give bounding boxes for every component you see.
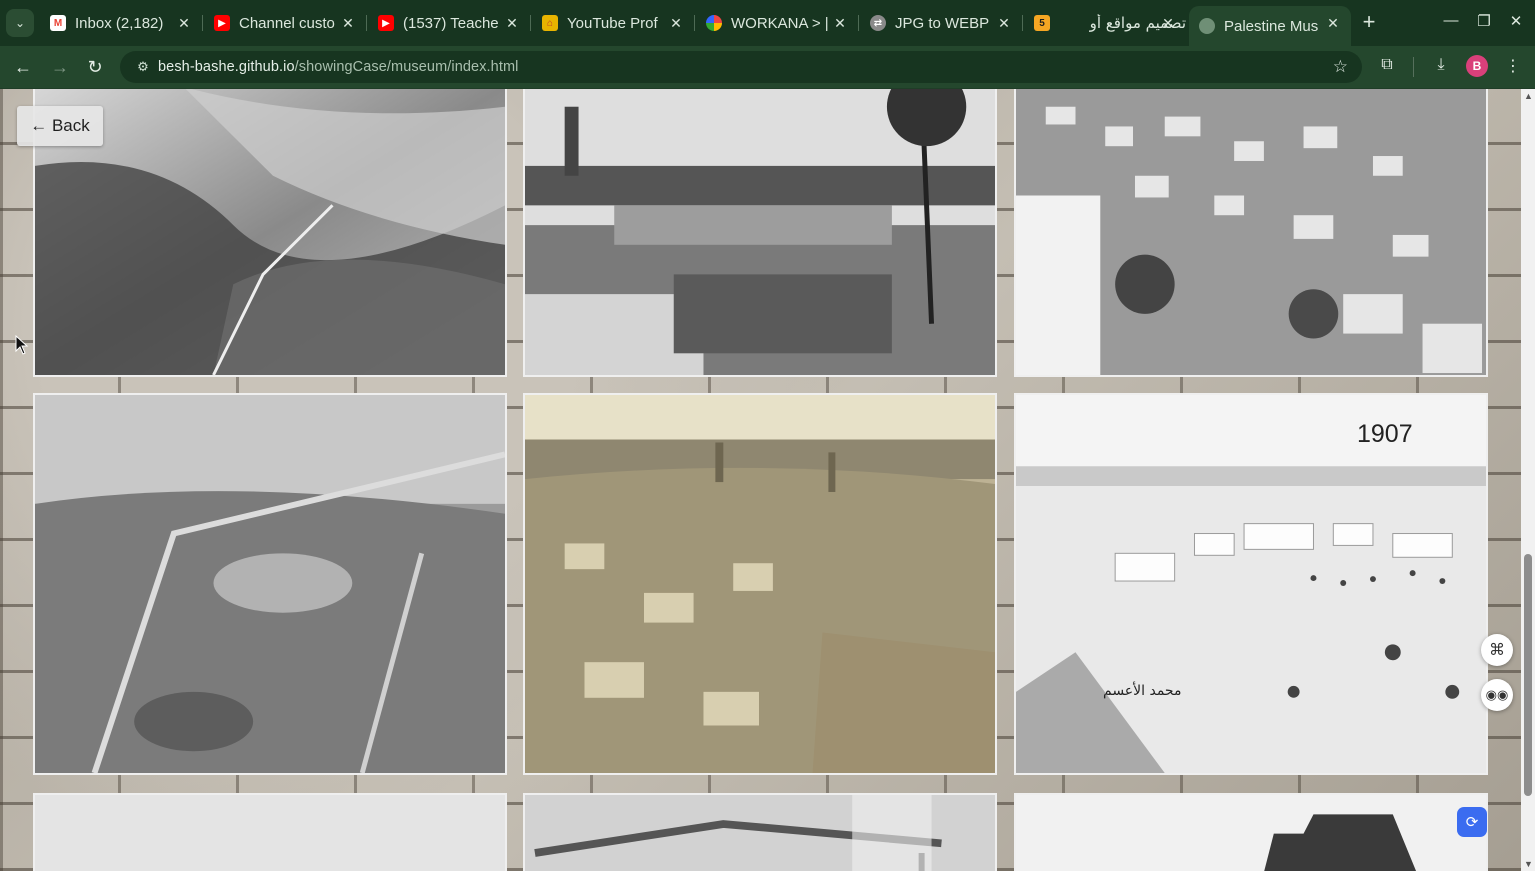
close-tab-icon[interactable]: ✕	[338, 13, 358, 33]
reload-icon[interactable]: ↻	[83, 55, 107, 79]
bookmark-star-icon[interactable]: ☆	[1333, 57, 1348, 77]
gallery-photo[interactable]	[523, 393, 997, 775]
gallery-photo[interactable]	[1014, 393, 1488, 775]
minimize-icon[interactable]: —	[1441, 12, 1461, 32]
url-path: /showingCase/museum/index.html	[294, 59, 519, 75]
tab-inbox[interactable]: M Inbox (2,182) ✕	[40, 6, 203, 40]
browser-toolbar: ← → ↻ ⚙ besh-bashe.github.io/showingCase…	[0, 46, 1535, 88]
photo-year-label: 1907	[1357, 420, 1413, 448]
extensions-icon[interactable]: ⧉	[1375, 56, 1399, 80]
close-tab-icon[interactable]: ✕	[1323, 13, 1343, 33]
ai-assistant-icon[interactable]: ⟳	[1457, 807, 1487, 837]
aerial-city-photo	[35, 395, 505, 773]
gallery-photo[interactable]	[523, 89, 997, 377]
close-tab-icon[interactable]: ✕	[502, 13, 522, 33]
close-tab-icon[interactable]: ✕	[1158, 13, 1178, 33]
photo-caption: محمد الأعسم	[1103, 683, 1182, 699]
mouse-cursor-icon	[15, 335, 29, 355]
gallery-photo[interactable]	[33, 89, 507, 377]
faded-photo	[35, 795, 505, 871]
rooftops-palm-photo	[525, 89, 995, 375]
sepia-town-photo	[525, 395, 995, 773]
download-icon[interactable]: ⤓	[1429, 56, 1453, 80]
five-icon: 5	[1034, 15, 1050, 31]
toolbar-divider	[1413, 57, 1414, 77]
tab-separator	[366, 15, 367, 31]
url-host: besh-bashe.github.io	[158, 59, 295, 75]
profile-avatar[interactable]: B	[1466, 55, 1488, 77]
house-icon: ⌂	[542, 15, 558, 31]
tab-channel-custom[interactable]: ▶ Channel custo ✕	[204, 6, 367, 40]
scroll-down-icon[interactable]: ▼	[1524, 859, 1533, 869]
workana-icon	[706, 15, 722, 31]
globe-icon	[1199, 18, 1215, 34]
structure-photo	[525, 795, 995, 871]
close-window-icon[interactable]: ✕	[1506, 12, 1526, 32]
scroll-up-icon[interactable]: ▲	[1524, 91, 1533, 101]
apps-grid-icon[interactable]: ⌘	[1481, 634, 1513, 666]
back-button[interactable]: ← Back	[17, 106, 103, 146]
assistant-face-icon[interactable]: ◉◉	[1481, 679, 1513, 711]
tab-separator	[694, 15, 695, 31]
youtube-icon: ▶	[378, 15, 394, 31]
forward-arrow-icon[interactable]: →	[48, 55, 72, 79]
gallery-photo[interactable]	[523, 793, 997, 871]
scrollbar-thumb[interactable]	[1524, 554, 1532, 796]
page-scrollbar[interactable]: ▲ ▼	[1521, 89, 1535, 871]
aerial-hills-photo	[35, 89, 505, 375]
back-arrow-icon[interactable]: ←	[11, 55, 35, 79]
close-tab-icon[interactable]: ✕	[994, 13, 1014, 33]
tab-search-button[interactable]: ⌄	[6, 9, 34, 37]
snowy-village-photo	[1016, 395, 1486, 773]
tab-palestine-museum[interactable]: Palestine Mus ✕	[1189, 6, 1351, 46]
gallery-photo[interactable]	[33, 393, 507, 775]
restore-icon[interactable]: ❐	[1474, 12, 1494, 32]
gallery-photo[interactable]	[1014, 89, 1488, 377]
tab-separator	[858, 15, 859, 31]
tab-website-design[interactable]: 5 تصميم مواقع أو ✕	[1024, 6, 1186, 40]
tab-strip: ⌄ M Inbox (2,182) ✕ ▶ Channel custo ✕ ▶ …	[0, 0, 1535, 46]
gmail-icon: M	[50, 15, 66, 31]
tab-workana[interactable]: WORKANA > | ✕	[696, 6, 859, 40]
tab-separator	[530, 15, 531, 31]
page-viewport: 1907 محمد الأعسم ← Back ⌘ ◉◉ ⟳ ▲ ▼	[0, 89, 1535, 871]
tab-teacher[interactable]: ▶ (1537) Teache ✕	[368, 6, 531, 40]
site-info-icon[interactable]: ⚙	[128, 59, 158, 75]
more-menu-icon[interactable]: ⋮	[1501, 56, 1525, 80]
tab-separator	[202, 15, 203, 31]
tab-separator	[1022, 15, 1023, 31]
youtube-icon: ▶	[214, 15, 230, 31]
new-tab-button[interactable]: +	[1357, 11, 1381, 35]
close-tab-icon[interactable]: ✕	[830, 13, 850, 33]
close-tab-icon[interactable]: ✕	[666, 13, 686, 33]
gallery-photo[interactable]	[1014, 793, 1488, 871]
town-houses-photo	[1016, 89, 1486, 375]
close-tab-icon[interactable]: ✕	[174, 13, 194, 33]
tab-youtube-profile[interactable]: ⌂ YouTube Prof ✕	[532, 6, 695, 40]
convert-icon: ⇄	[870, 15, 886, 31]
tab-jpg-to-webp[interactable]: ⇄ JPG to WEBP ✕	[860, 6, 1023, 40]
building-photo	[1016, 795, 1486, 871]
gallery-photo[interactable]	[33, 793, 507, 871]
address-bar[interactable]: ⚙ besh-bashe.github.io/showingCase/museu…	[120, 51, 1362, 83]
url-text: besh-bashe.github.io/showingCase/museum/…	[158, 59, 518, 75]
